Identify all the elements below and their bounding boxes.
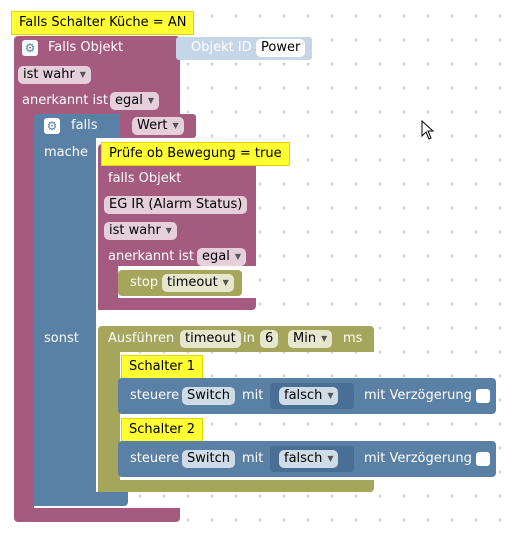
object-id-label: Objekt ID xyxy=(191,40,252,55)
timeout-unit-value: Min xyxy=(293,331,317,346)
switch-1-with-label: mit xyxy=(242,388,264,403)
inner-condition-value: ist wahr xyxy=(109,223,161,238)
stop-label: stop xyxy=(130,275,159,290)
outer-ack-value: egal xyxy=(115,93,143,108)
timeout-name-field[interactable]: timeout xyxy=(180,330,241,348)
chevron-down-icon: ▼ xyxy=(79,70,86,79)
inner-comment[interactable]: Prüfe ob Bewegung = true xyxy=(101,142,290,166)
chevron-down-icon: ▼ xyxy=(147,96,154,105)
outer-ack-label: anerkannt ist xyxy=(22,93,109,108)
outer-comment[interactable]: Falls Schalter Küche = AN xyxy=(11,11,195,35)
timeout-spine xyxy=(98,350,120,492)
outer-condition-value: ist wahr xyxy=(23,67,75,82)
timeout-footer xyxy=(98,480,374,492)
timeout-amount-field[interactable]: 6 xyxy=(260,330,279,348)
else-label: sonst xyxy=(44,331,79,346)
then-label: mache xyxy=(44,145,89,160)
outer-block-label: Falls Objekt xyxy=(48,40,124,55)
timeout-label: Ausführen xyxy=(108,331,175,346)
switch-1-comment[interactable]: Schalter 1 xyxy=(121,355,204,379)
inner-ack-value: egal xyxy=(202,249,230,264)
chevron-down-icon: ▼ xyxy=(165,226,172,235)
switch-2-value: falsch xyxy=(284,451,323,466)
if-block-spine xyxy=(34,136,96,506)
switch-2-comment[interactable]: Schalter 2 xyxy=(121,418,204,442)
outer-trigger-footer xyxy=(14,508,180,522)
switch-2-value-dropdown[interactable]: falsch ▼ xyxy=(279,450,339,468)
inner-ack-dropdown[interactable]: egal ▼ xyxy=(197,248,246,266)
switch-1-delay-label: mit Verzögerung xyxy=(364,388,472,403)
timeout-in-label: in xyxy=(243,331,255,346)
inner-trigger-footer xyxy=(98,298,256,310)
switch-1-value: falsch xyxy=(284,388,323,403)
switch-2-control-label: steuere xyxy=(130,451,180,466)
timeout-unit-dropdown[interactable]: Min ▼ xyxy=(288,330,333,348)
chevron-down-icon: ▼ xyxy=(234,252,241,261)
outer-condition-dropdown[interactable]: ist wahr ▼ xyxy=(18,66,91,84)
inner-object-value[interactable]: EG IR (Alarm Status) xyxy=(104,196,248,214)
timeout-ms-label: ms xyxy=(343,331,363,346)
chevron-down-icon: ▼ xyxy=(327,454,334,463)
outer-trigger-spine xyxy=(14,110,34,516)
switch-2-delay-label: mit Verzögerung xyxy=(364,451,472,466)
if-label: falls xyxy=(71,118,98,133)
mouse-cursor-icon xyxy=(421,120,435,140)
if-condition-value: Wert xyxy=(137,118,168,133)
gear-icon[interactable]: ⚙ xyxy=(44,118,60,134)
inner-condition-dropdown[interactable]: ist wahr ▼ xyxy=(104,222,177,240)
switch-2-target[interactable]: Switch xyxy=(182,450,235,468)
chevron-down-icon: ▼ xyxy=(172,121,179,130)
switch-1-control-label: steuere xyxy=(130,388,180,403)
switch-2-with-label: mit xyxy=(242,451,264,466)
switch-2-delay-checkbox[interactable] xyxy=(476,452,490,466)
inner-ack-label: anerkannt ist xyxy=(108,249,195,264)
switch-1-target[interactable]: Switch xyxy=(182,387,235,405)
stop-value: timeout xyxy=(167,275,218,290)
if-block-footer xyxy=(34,492,128,506)
if-condition-dropdown[interactable]: Wert ▼ xyxy=(132,117,184,135)
outer-ack-dropdown[interactable]: egal ▼ xyxy=(110,92,159,110)
chevron-down-icon: ▼ xyxy=(222,278,229,287)
chevron-down-icon: ▼ xyxy=(327,391,334,400)
switch-1-value-dropdown[interactable]: falsch ▼ xyxy=(279,387,339,405)
chevron-down-icon: ▼ xyxy=(321,334,328,343)
switch-1-delay-checkbox[interactable] xyxy=(476,389,490,403)
inner-block-label: falls Objekt xyxy=(108,171,182,186)
stop-dropdown[interactable]: timeout ▼ xyxy=(162,274,234,292)
object-id-value[interactable]: Power xyxy=(256,39,306,57)
gear-icon[interactable]: ⚙ xyxy=(22,40,38,56)
